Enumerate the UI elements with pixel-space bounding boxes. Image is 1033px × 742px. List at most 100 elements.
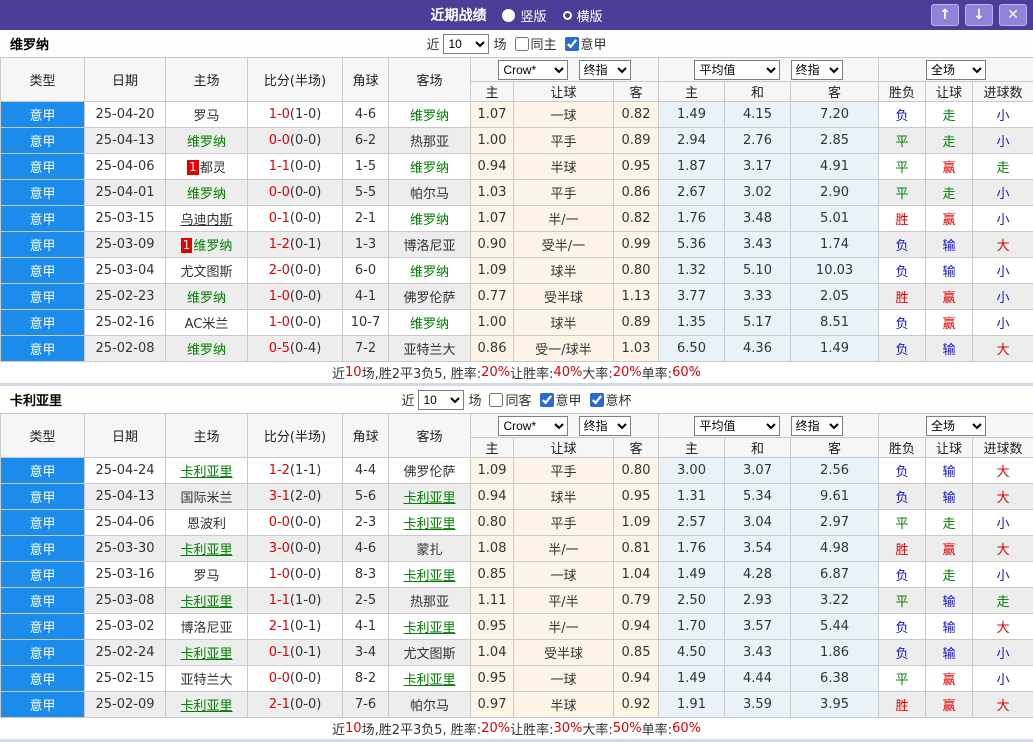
away-team-link[interactable]: 热那亚 — [410, 595, 449, 610]
col-corner: 角球 — [343, 414, 389, 458]
filter-checkbox-input[interactable] — [489, 393, 503, 407]
league-cell: 意甲 — [1, 562, 85, 588]
summary-text: 场,胜2平3负5, 胜率: — [362, 719, 482, 738]
home-team-link[interactable]: 卡利亚里 — [180, 647, 232, 662]
fulltime-score: 0-1 — [269, 211, 290, 226]
home-team-link[interactable]: 罗马 — [193, 109, 219, 124]
away-team-link[interactable]: 维罗纳 — [410, 161, 449, 176]
home-team-link[interactable]: 卡利亚里 — [180, 595, 232, 610]
page-title: 近期战绩 — [430, 5, 486, 25]
away-team-link-cell: 卡利亚里 — [389, 562, 471, 588]
filter-checkbox-同客[interactable]: 同客 — [485, 390, 531, 409]
corners-cell: 2-3 — [343, 510, 389, 536]
home-team-link[interactable]: 卡利亚里 — [180, 465, 232, 480]
europe-time-select[interactable]: 终指 — [791, 416, 843, 436]
europe-time-select[interactable]: 终指 — [791, 60, 843, 80]
home-team-link[interactable]: 尤文图斯 — [180, 265, 232, 280]
asian-home-odds-cell: 0.94 — [471, 154, 514, 180]
horizontal-layout-radio[interactable]: 横版 — [563, 6, 603, 25]
vertical-layout-radio[interactable]: 竖版 — [502, 6, 546, 25]
home-team-link[interactable]: 都灵 — [200, 161, 226, 176]
away-team-link[interactable]: 尤文图斯 — [403, 647, 455, 662]
home-team-link[interactable]: 维罗纳 — [187, 135, 226, 150]
score-cell: 3-1(2-0) — [248, 484, 343, 510]
home-team-link[interactable]: 恩波利 — [187, 517, 226, 532]
filter-checkbox-input[interactable] — [590, 393, 604, 407]
asian-away-odds-cell: 0.89 — [614, 128, 659, 154]
asian-away-odds-cell: 0.94 — [614, 614, 659, 640]
result-scope-select[interactable]: 全场 — [926, 60, 986, 80]
home-team-link[interactable]: 维罗纳 — [187, 291, 226, 306]
euro-away-odds-cell: 3.95 — [791, 692, 879, 718]
filter-checkbox-意杯[interactable]: 意杯 — [586, 390, 632, 409]
europe-source-select[interactable]: 平均值 — [694, 416, 780, 436]
home-team-link[interactable]: 博洛尼亚 — [180, 621, 232, 636]
away-team-link[interactable]: 卡利亚里 — [403, 569, 455, 584]
away-team-link[interactable]: 卡利亚里 — [403, 517, 455, 532]
euro-home-odds-cell: 1.35 — [659, 310, 725, 336]
close-button[interactable]: ✕ — [999, 4, 1027, 26]
filter-checkbox-input[interactable] — [540, 393, 554, 407]
result-goals-cell: 小 — [973, 562, 1033, 588]
halftime-score: (0-0) — [290, 515, 321, 530]
home-team-link[interactable]: 维罗纳 — [187, 187, 226, 202]
home-team-link[interactable]: AC米兰 — [185, 317, 229, 332]
home-team-link-cell: 罗马 — [166, 102, 248, 128]
move-up-button[interactable]: ↑ — [931, 4, 959, 26]
filter-checkbox-意甲[interactable]: 意甲 — [561, 34, 607, 53]
odds-source-select[interactable]: Crow* — [498, 60, 568, 80]
away-team-link[interactable]: 维罗纳 — [410, 265, 449, 280]
away-team-link[interactable]: 卡利亚里 — [403, 673, 455, 688]
away-team-link[interactable]: 热那亚 — [410, 135, 449, 150]
home-team-link[interactable]: 亚特兰大 — [180, 673, 232, 688]
result-handicap-cell: 走 — [926, 562, 973, 588]
summary-line: 近10场,胜2平3负5, 胜率:20% 让胜率:30% 大率:50% 单率:60… — [0, 718, 1033, 742]
filter-checkbox-同主[interactable]: 同主 — [511, 34, 557, 53]
home-team-link[interactable]: 罗马 — [193, 569, 219, 584]
euro-away-odds-cell: 5.44 — [791, 614, 879, 640]
home-team-link[interactable]: 乌迪内斯 — [180, 213, 232, 228]
asian-home-odds-cell: 0.86 — [471, 336, 514, 362]
away-team-link[interactable]: 维罗纳 — [410, 109, 449, 124]
move-down-button[interactable]: ↓ — [965, 4, 993, 26]
away-team-link[interactable]: 佛罗伦萨 — [403, 291, 455, 306]
recent-count-select[interactable]: 10 — [443, 34, 489, 54]
recent-count-select[interactable]: 10 — [418, 390, 464, 410]
result-handicap-cell: 输 — [926, 640, 973, 666]
away-team-link[interactable]: 蒙扎 — [416, 543, 442, 558]
away-team-link[interactable]: 帕尔马 — [410, 187, 449, 202]
europe-source-select[interactable]: 平均值 — [694, 60, 780, 80]
filter-checkbox-input[interactable] — [565, 37, 579, 51]
result-scope-group: 全场 — [879, 58, 1033, 82]
home-team-link[interactable]: 卡利亚里 — [180, 543, 232, 558]
away-team-link[interactable]: 帕尔马 — [410, 699, 449, 714]
date-cell: 25-02-09 — [85, 692, 166, 718]
filter-checkbox-input[interactable] — [515, 37, 529, 51]
odds-time-select[interactable]: 终指 — [579, 416, 631, 436]
subcol-handicap-result: 让球 — [926, 82, 973, 102]
odds-time-select[interactable]: 终指 — [579, 60, 631, 80]
home-team-link[interactable]: 卡利亚里 — [180, 699, 232, 714]
away-team-link[interactable]: 博洛尼亚 — [403, 239, 455, 254]
league-cell: 意甲 — [1, 180, 85, 206]
away-team-link[interactable]: 亚特兰大 — [403, 343, 455, 358]
home-team-link[interactable]: 维罗纳 — [193, 239, 232, 254]
filter-checkbox-意甲[interactable]: 意甲 — [536, 390, 582, 409]
rank-badge: 1 — [187, 160, 199, 175]
handicap-cell: 平/半 — [514, 588, 614, 614]
away-team-link[interactable]: 卡利亚里 — [403, 491, 455, 506]
away-team-link[interactable]: 维罗纳 — [410, 213, 449, 228]
odds-source-select[interactable]: Crow* — [498, 416, 568, 436]
euro-draw-odds-cell: 5.17 — [725, 310, 791, 336]
away-team-link[interactable]: 卡利亚里 — [403, 621, 455, 636]
home-team-link[interactable]: 国际米兰 — [180, 491, 232, 506]
result-scope-select[interactable]: 全场 — [926, 416, 986, 436]
euro-home-odds-cell: 4.50 — [659, 640, 725, 666]
match-row: 意甲25-02-24卡利亚里0-1(0-1)3-4尤文图斯1.04受半球0.85… — [1, 640, 1033, 666]
halftime-score: (0-4) — [290, 341, 321, 356]
match-row: 意甲25-02-08维罗纳0-5(0-4)7-2亚特兰大0.86受一/球半1.0… — [1, 336, 1033, 362]
away-team-link[interactable]: 维罗纳 — [410, 317, 449, 332]
home-team-link[interactable]: 维罗纳 — [187, 343, 226, 358]
radio-unselected-icon — [563, 11, 572, 20]
away-team-link[interactable]: 佛罗伦萨 — [403, 465, 455, 480]
